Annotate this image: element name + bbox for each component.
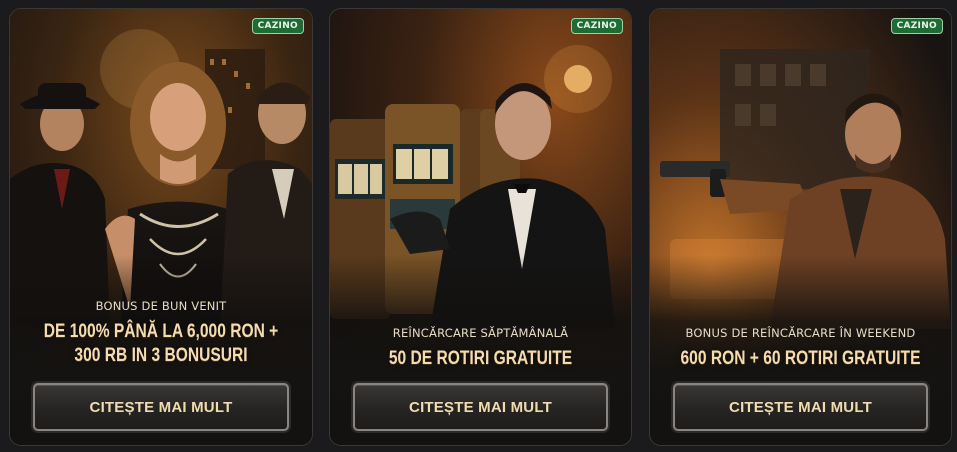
promo-cards-row: CAZINO BONUS DE BUN VENIT DE 100% PÂNĂ L… bbox=[0, 0, 957, 452]
promo-subtitle: BONUS DE REÎNCĂRCARE ÎN WEEKEND bbox=[685, 326, 916, 340]
promo-text: BONUS DE BUN VENIT DE 100% PÂNĂ LA 6,000… bbox=[10, 299, 312, 368]
promo-card-welcome-bonus[interactable]: CAZINO BONUS DE BUN VENIT DE 100% PÂNĂ L… bbox=[9, 8, 313, 446]
promo-headline: 600 RON + 60 ROTIRI GRATUITE bbox=[680, 348, 921, 369]
read-more-button[interactable]: CITEȘTE MAI MULT bbox=[33, 383, 289, 431]
casino-badge: CAZINO bbox=[890, 18, 943, 34]
read-more-button[interactable]: CITEȘTE MAI MULT bbox=[353, 383, 608, 431]
promo-text: BONUS DE REÎNCĂRCARE ÎN WEEKEND 600 RON … bbox=[650, 326, 951, 371]
casino-badge: CAZINO bbox=[570, 18, 623, 34]
promo-subtitle: BONUS DE BUN VENIT bbox=[95, 299, 227, 313]
promo-headline-line1: DE 100% PÂNĂ LA 6,000 RON + bbox=[43, 321, 279, 342]
promo-subtitle: REÎNCĂRCARE SĂPTĂMÂNALĂ bbox=[392, 326, 569, 340]
promo-headline: 50 DE ROTIRI GRATUITE bbox=[388, 348, 573, 369]
read-more-button[interactable]: CITEȘTE MAI MULT bbox=[673, 383, 928, 431]
promo-text: REÎNCĂRCARE SĂPTĂMÂNALĂ 50 DE ROTIRI GRA… bbox=[330, 326, 631, 371]
casino-badge: CAZINO bbox=[251, 18, 304, 34]
promo-card-weekend-reload[interactable]: CAZINO BONUS DE REÎNCĂRCARE ÎN WEEKEND 6… bbox=[649, 8, 952, 446]
promo-headline-line2: 300 RB IN 3 BONUSURI bbox=[74, 345, 248, 366]
promo-card-weekly-reload[interactable]: CAZINO REÎNCĂRCARE SĂPTĂMÂNALĂ 50 DE ROT… bbox=[329, 8, 632, 446]
